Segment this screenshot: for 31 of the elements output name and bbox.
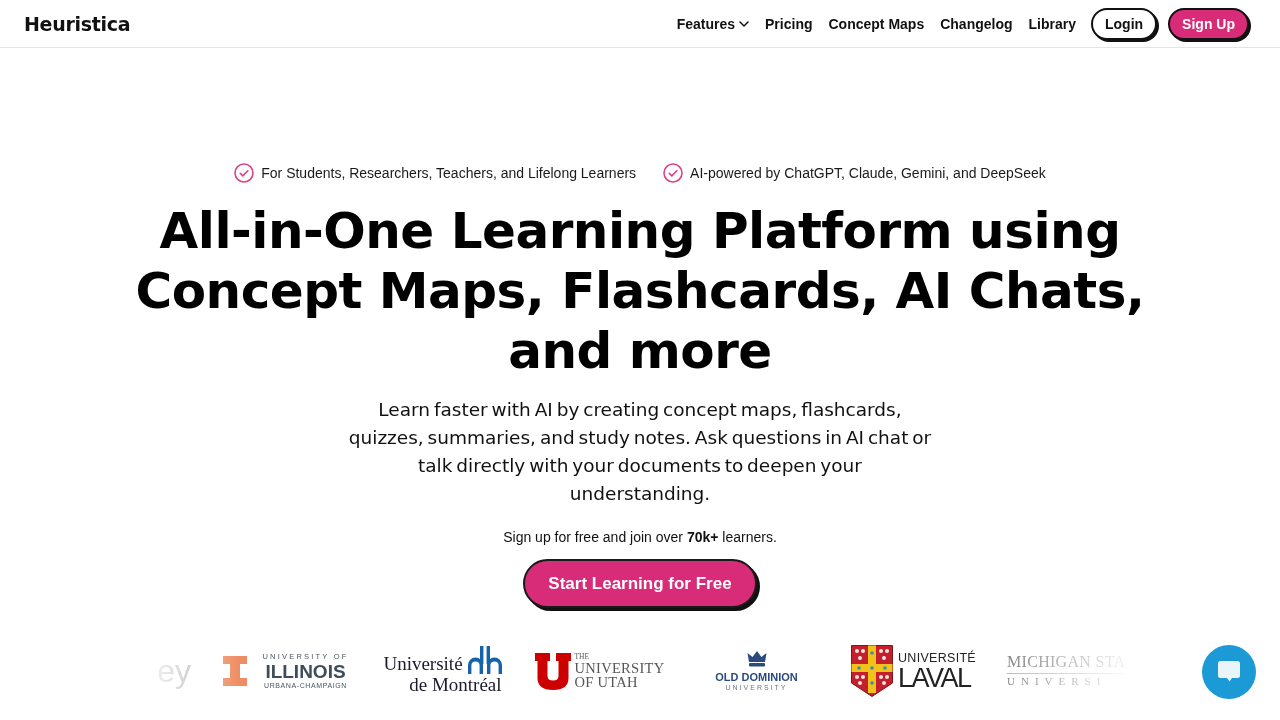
block-letter-icon bbox=[534, 652, 571, 690]
logo-text: Université bbox=[383, 653, 463, 674]
check-circle-icon bbox=[663, 163, 684, 183]
crown-icon bbox=[746, 650, 767, 667]
nav-link[interactable]: Pricing bbox=[765, 15, 813, 32]
shield-icon bbox=[851, 645, 893, 697]
logo-text: OLD DOMINION bbox=[715, 670, 798, 684]
start-learning-button[interactable]: Start Learning for Free bbox=[523, 559, 757, 608]
sign-up-button[interactable]: Sign Up bbox=[1168, 7, 1249, 40]
logo-text: UNIVERSITY bbox=[574, 661, 665, 675]
nav-link[interactable]: Features bbox=[676, 15, 750, 32]
logo-text: de Montréal bbox=[409, 674, 502, 696]
hero-heading: All-in-One Learning Platform using Concept Maps, Flashcards, AI Chats, and more bbox=[134, 201, 1146, 381]
brand-logo[interactable]: Heuristica bbox=[24, 12, 131, 35]
badge-text: For Students, Researchers, Teachers, and Lifelong Learners bbox=[261, 165, 637, 181]
nav-link[interactable]: Library bbox=[1028, 15, 1076, 32]
badge-text: AI-powered by ChatGPT, Claude, Gemini, and DeepSeek bbox=[690, 165, 1046, 181]
logo-text: UNIVERSITÉ bbox=[898, 651, 976, 665]
login-button[interactable]: Login bbox=[1091, 7, 1158, 40]
chat-bubble-icon[interactable] bbox=[1202, 645, 1256, 699]
signup-note: Sign up for free and join over 70k+ learners. bbox=[503, 528, 777, 547]
nav-link[interactable]: Concept Maps bbox=[828, 15, 925, 32]
logo-text: LAVAL bbox=[898, 665, 972, 691]
check-circle-icon bbox=[234, 163, 255, 183]
hero-description: Learn faster with AI by creating concept maps, flashcards, quizzes, summaries, and study notes. Ask questions in AI chat or talk directly with your documents to deepen your understanding. bbox=[347, 398, 933, 506]
block-letter-icon bbox=[222, 656, 247, 686]
nav-link[interactable]: Changelog bbox=[940, 15, 1013, 32]
arches-emblem-icon bbox=[467, 646, 502, 674]
logo-text: ILLINOIS bbox=[264, 661, 347, 681]
logo-text: OF UTAH bbox=[574, 675, 639, 690]
chevron-down-icon bbox=[739, 20, 750, 27]
